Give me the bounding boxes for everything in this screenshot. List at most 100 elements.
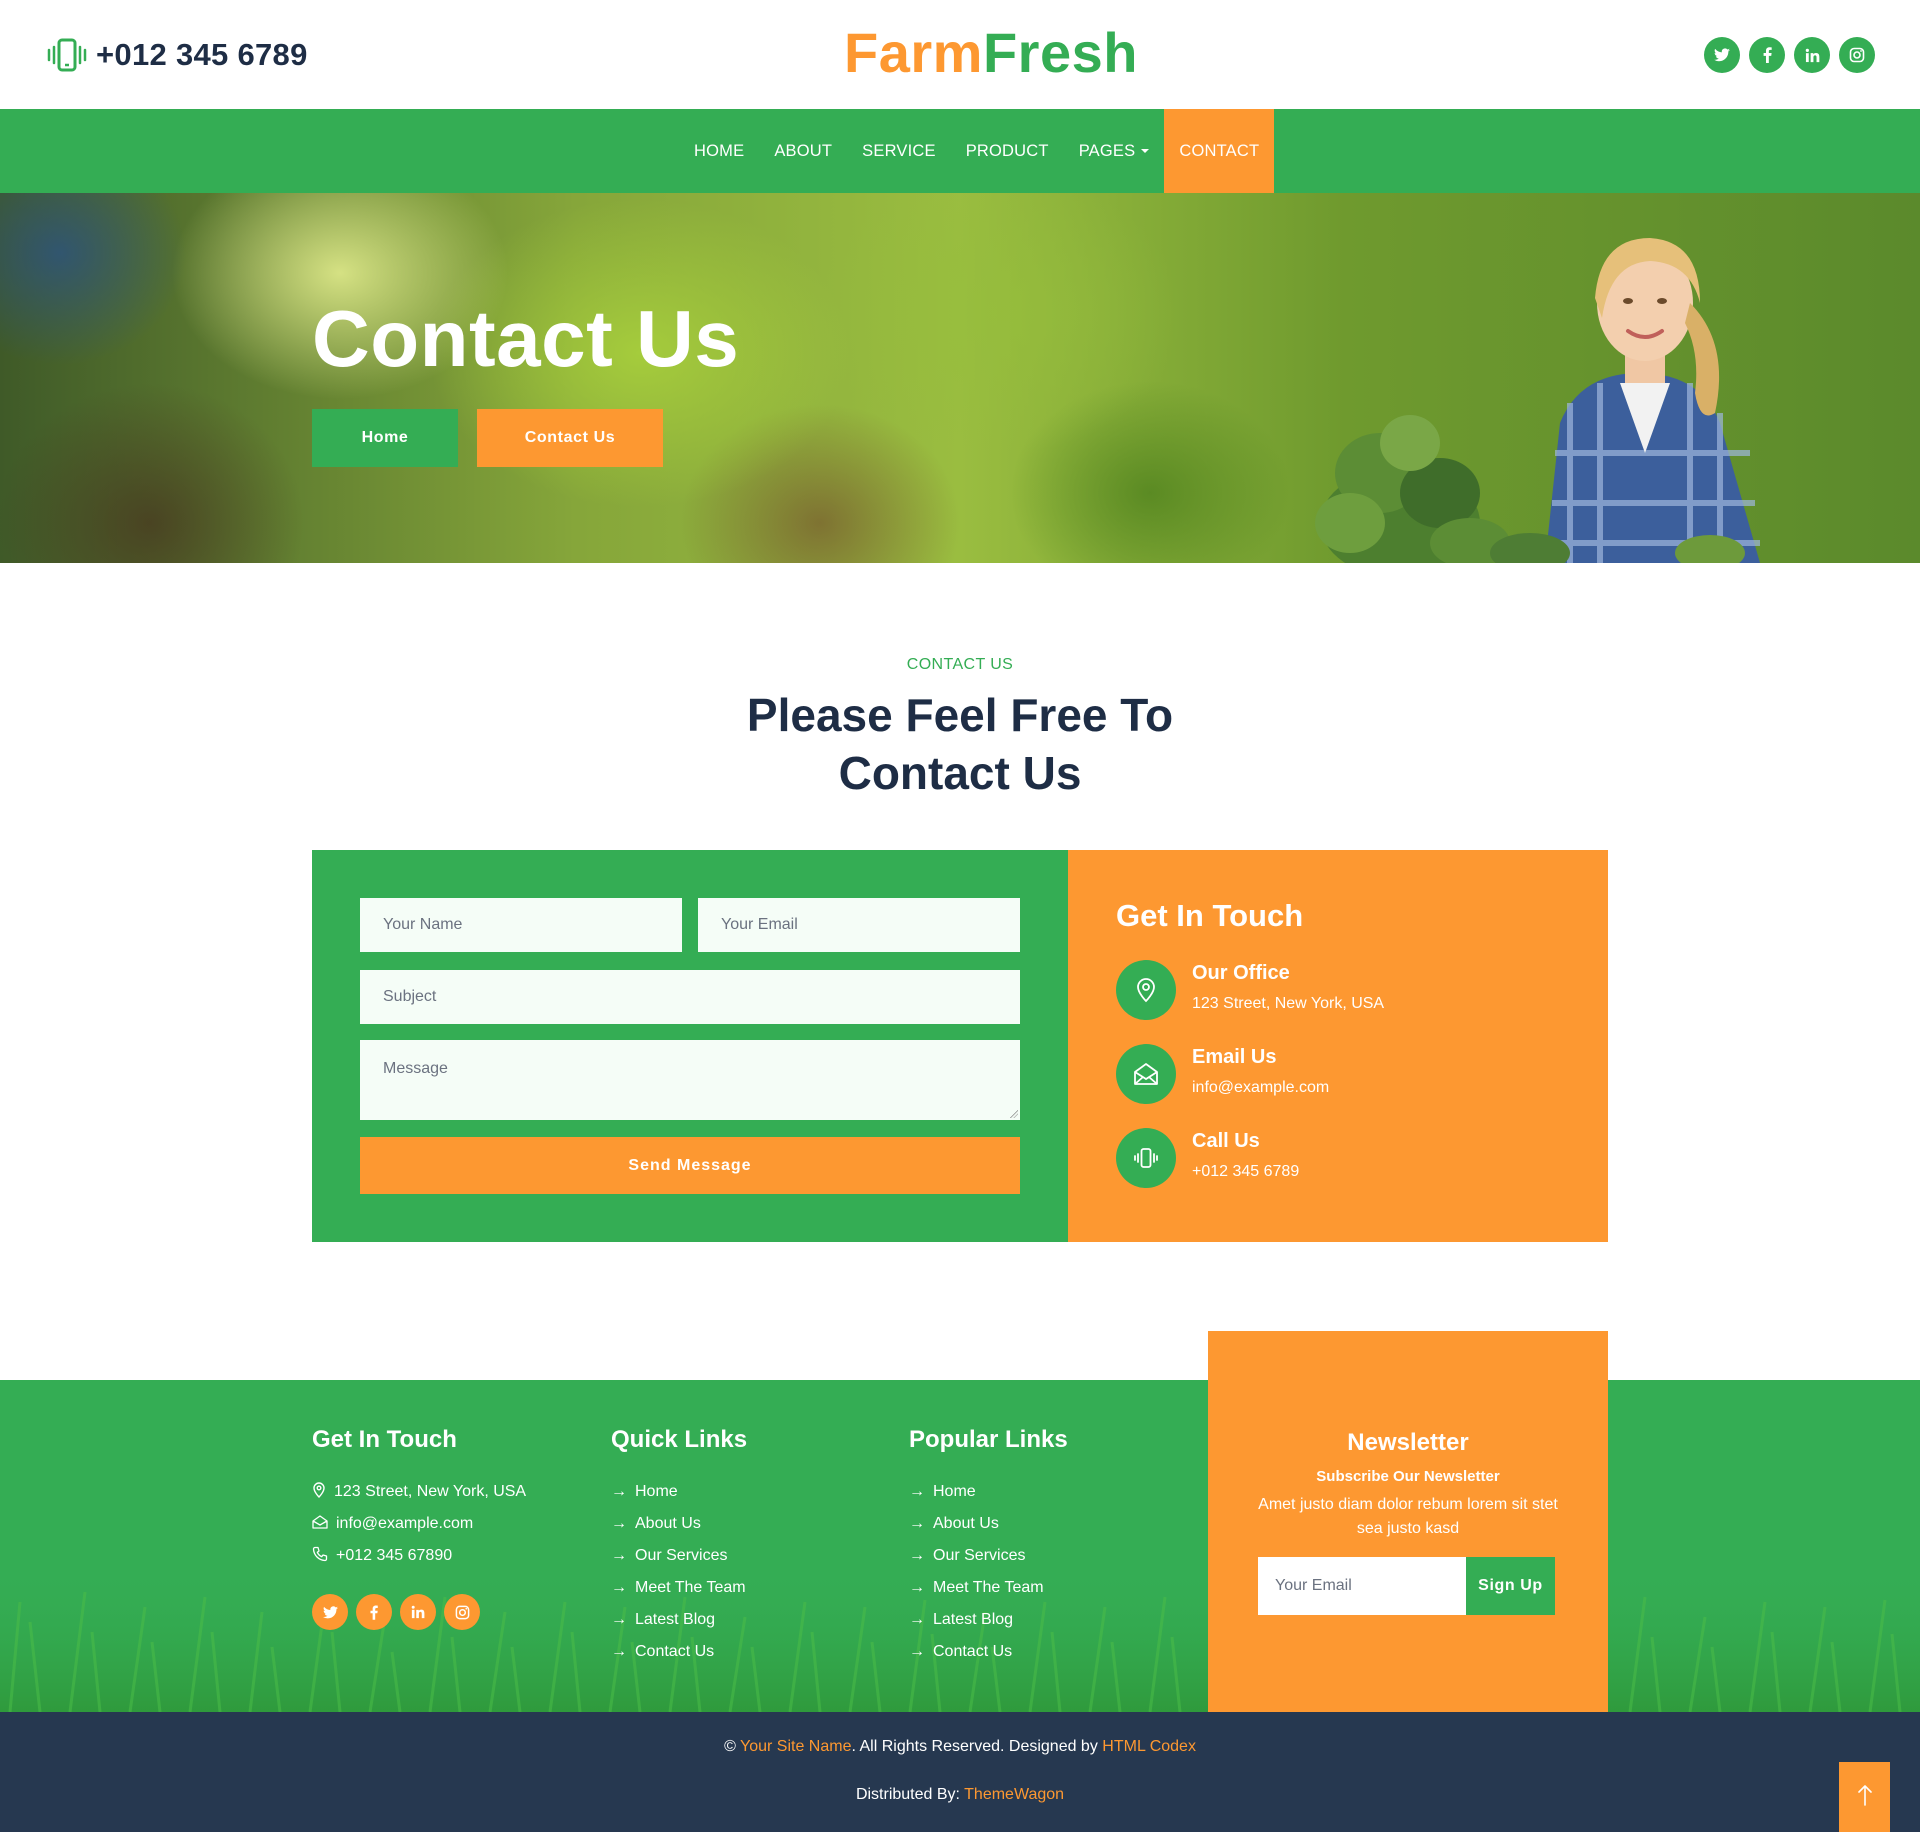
arrow-right-icon: →: [611, 1643, 627, 1660]
twitter-icon[interactable]: [312, 1594, 348, 1630]
breadcrumb-home-button[interactable]: Home: [312, 409, 458, 467]
arrow-right-icon: →: [611, 1483, 627, 1500]
facebook-icon[interactable]: [1749, 37, 1785, 73]
arrow-right-icon: →: [611, 1579, 627, 1596]
footer-address-text: 123 Street, New York, USA: [334, 1483, 527, 1500]
arrow-right-icon: →: [611, 1547, 627, 1564]
call-info: Call Us +012 345 6789: [1116, 1128, 1299, 1188]
email-value[interactable]: info@example.com: [1192, 1079, 1329, 1097]
top-social-links: [1704, 37, 1875, 73]
section-kicker: CONTACT US: [906, 656, 1014, 673]
nav-item-home[interactable]: HOME: [679, 109, 759, 193]
newsletter-panel: Newsletter Subscribe Our Newsletter Amet…: [1208, 1331, 1608, 1712]
distributor-link[interactable]: ThemeWagon: [964, 1786, 1064, 1803]
contact-form: Your Name Your Email Subject Message Sen…: [312, 850, 1068, 1242]
contact-info-panel: Get In Touch Our Office 123 Street, New …: [1068, 850, 1608, 1242]
designer-link[interactable]: HTML Codex: [1102, 1738, 1196, 1755]
email-info: Email Us info@example.com: [1116, 1044, 1329, 1104]
instagram-icon[interactable]: [444, 1594, 480, 1630]
nav-item-pages-dropdown[interactable]: PAGES: [1064, 109, 1165, 193]
quick-link-label: Latest Blog: [635, 1611, 716, 1628]
footer-social-links: [312, 1594, 526, 1630]
popular-link-label: Latest Blog: [933, 1611, 1014, 1628]
quick-link-label: Home: [635, 1483, 678, 1500]
footer-touch-column: Get In Touch 123 Street, New York, USA i…: [312, 1426, 526, 1630]
quick-link-contact[interactable]: → Contact Us: [611, 1636, 747, 1668]
quick-link-about[interactable]: → About Us: [611, 1508, 747, 1540]
nav-item-label: PAGES: [1078, 141, 1136, 160]
newsletter-title: Newsletter: [1347, 1429, 1469, 1456]
message-textarea[interactable]: Message: [360, 1040, 1020, 1120]
quick-link-home[interactable]: → Home: [611, 1476, 747, 1508]
popular-link-team[interactable]: → Meet The Team: [909, 1572, 1068, 1604]
subject-input[interactable]: Subject: [360, 970, 1020, 1024]
linkedin-icon[interactable]: [400, 1594, 436, 1630]
site-logo[interactable]: FarmFresh: [844, 20, 1138, 85]
quick-link-services[interactable]: → Our Services: [611, 1540, 747, 1572]
name-input[interactable]: Your Name: [360, 898, 682, 952]
phone-vibrate-icon: [46, 34, 88, 76]
arrow-right-icon: →: [611, 1611, 627, 1628]
office-heading: Our Office: [1192, 962, 1290, 984]
send-message-button[interactable]: Send Message: [360, 1137, 1020, 1194]
twitter-icon[interactable]: [1704, 37, 1740, 73]
arrow-right-icon: →: [909, 1483, 925, 1500]
main-navbar: HOME ABOUT SERVICE PRODUCT PAGES CONTACT: [0, 109, 1920, 193]
arrow-right-icon: →: [909, 1515, 925, 1532]
popular-link-label: Contact Us: [933, 1643, 1013, 1660]
distributed-text: Distributed By:: [855, 1786, 960, 1803]
copyright-line: © Your Site Name. All Rights Reserved. D…: [0, 1738, 1920, 1756]
nav-item-label: SERVICE: [862, 141, 936, 160]
email-input[interactable]: Your Email: [698, 898, 1020, 952]
instagram-icon[interactable]: [1839, 37, 1875, 73]
map-pin-icon: [1116, 960, 1176, 1020]
nav-item-about[interactable]: ABOUT: [759, 109, 847, 193]
footer-touch-title: Get In Touch: [312, 1426, 457, 1453]
footer-popular-links-title: Popular Links: [909, 1426, 1068, 1453]
newsletter-email-input[interactable]: Your Email: [1258, 1557, 1466, 1615]
arrow-right-icon: →: [909, 1579, 925, 1596]
quick-link-blog[interactable]: → Latest Blog: [611, 1604, 747, 1636]
top-bar: +012 345 6789 FarmFresh: [0, 0, 1920, 109]
breadcrumb-current-button[interactable]: Contact Us: [477, 409, 663, 467]
office-address: 123 Street, New York, USA: [1192, 995, 1385, 1012]
footer-popular-links-column: Popular Links → Home → About Us → Our Servi…: [909, 1426, 1068, 1668]
call-value[interactable]: +012 345 6789: [1192, 1163, 1299, 1181]
back-to-top-button[interactable]: [1839, 1762, 1890, 1832]
arrow-up-icon: [1857, 1784, 1872, 1811]
arrow-right-icon: →: [909, 1643, 925, 1660]
signup-button[interactable]: Sign Up: [1466, 1557, 1555, 1615]
phone-icon: [312, 1546, 328, 1567]
quick-link-label: Meet The Team: [635, 1579, 746, 1596]
facebook-icon[interactable]: [356, 1594, 392, 1630]
footer-email[interactable]: info@example.com: [312, 1508, 526, 1540]
footer-quick-links-title: Quick Links: [611, 1426, 748, 1453]
popular-link-blog[interactable]: → Latest Blog: [909, 1604, 1068, 1636]
nav-item-label: ABOUT: [774, 141, 833, 160]
quick-link-team[interactable]: → Meet The Team: [611, 1572, 747, 1604]
nav-item-contact[interactable]: CONTACT: [1164, 109, 1275, 193]
logo-part-fresh: Fresh: [982, 21, 1138, 84]
distributed-line: Distributed By: ThemeWagon: [0, 1786, 1920, 1804]
popular-link-services[interactable]: → Our Services: [909, 1540, 1068, 1572]
footer-quick-links-column: Quick Links → Home → About Us → Our Service…: [611, 1426, 747, 1668]
linkedin-icon[interactable]: [1794, 37, 1830, 73]
logo-part-farm: Farm: [844, 21, 983, 84]
site-name-link[interactable]: Your Site Name: [740, 1738, 851, 1755]
copyright-bar: © Your Site Name. All Rights Reserved. D…: [0, 1712, 1920, 1832]
farmer-woman-image: [1315, 238, 1760, 563]
envelope-open-icon: [1116, 1044, 1176, 1104]
page-title: Contact Us: [312, 294, 740, 383]
popular-link-contact[interactable]: → Contact Us: [909, 1636, 1068, 1668]
footer-address: 123 Street, New York, USA: [312, 1476, 526, 1508]
nav-item-service[interactable]: SERVICE: [847, 109, 951, 193]
nav-item-product[interactable]: PRODUCT: [951, 109, 1064, 193]
newsletter-description: Amet justo diam dolor rebum lorem sit st…: [1258, 1496, 1558, 1537]
resize-handle-icon[interactable]: [1010, 1110, 1018, 1118]
office-info: Our Office 123 Street, New York, USA: [1116, 960, 1384, 1020]
footer-phone[interactable]: +012 345 67890: [312, 1540, 526, 1572]
email-heading: Email Us: [1192, 1046, 1277, 1068]
popular-link-about[interactable]: → About Us: [909, 1508, 1068, 1540]
call-heading: Call Us: [1192, 1130, 1260, 1152]
popular-link-home[interactable]: → Home: [909, 1476, 1068, 1508]
